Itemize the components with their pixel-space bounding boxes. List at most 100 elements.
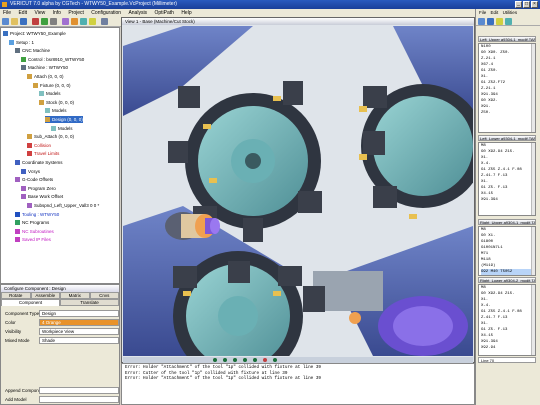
program-scrollbar[interactable]: [531, 285, 535, 355]
tree-node[interactable]: Setup : 1: [9, 39, 34, 46]
program-listing[interactable]: M8 G0 X1. G1800 G1001N7L1 M71 M118 (M119) G92 M…: [478, 226, 536, 276]
color-select[interactable]: 4 Orange: [39, 319, 119, 326]
play-icon[interactable]: [41, 18, 48, 25]
view-icon[interactable]: [62, 18, 69, 25]
menu-edit[interactable]: Edit: [18, 10, 27, 16]
find-icon[interactable]: [496, 18, 503, 25]
tree-node[interactable]: Design (0, 0, 0): [45, 116, 83, 123]
menu-optipath[interactable]: OptiPath: [154, 10, 173, 16]
tree-node[interactable]: Program Zero: [21, 185, 56, 192]
tree-node[interactable]: Saved IP Files: [15, 236, 51, 243]
tree-node[interactable]: Tooling : WTWY50: [15, 211, 59, 218]
program-window-title[interactable]: Left_Upper a9304-1_modif.TAP: [478, 36, 536, 42]
menu-view[interactable]: View: [34, 10, 45, 16]
right-menu-edit[interactable]: Edit: [491, 10, 499, 15]
close-button[interactable]: ×: [531, 1, 538, 8]
save-file-icon[interactable]: [487, 18, 494, 25]
setup-icon: [9, 39, 14, 45]
prop-color: Color 4 Orange: [3, 319, 119, 326]
visibility-select[interactable]: Workpiece View: [39, 328, 119, 335]
program-window-title[interactable]: Right_Upper a9304-1_modif.TAP: [478, 219, 536, 225]
program-window-title[interactable]: Left_Lower a9304-1_modif.TAP: [478, 135, 536, 141]
program-line: G92 M40 T5052: [481, 269, 535, 275]
program-scrollbar[interactable]: [531, 44, 535, 132]
tab-component[interactable]: Component: [1, 299, 60, 306]
tree-node[interactable]: Stock (0, 0, 0): [39, 99, 74, 106]
tree-node[interactable]: Project: WTWY50_Example: [3, 30, 66, 37]
program-listing[interactable]: N100 G0 X90. Z50. Z-21.1 X67.4 G1 Z50. X1. G1 …: [478, 43, 536, 133]
configure-panel-title: Configure Component : Design: [1, 285, 119, 292]
ncsub-icon: [15, 228, 20, 234]
tree-node[interactable]: Models: [45, 107, 67, 114]
tab-rotate[interactable]: Rotate: [1, 292, 31, 299]
tree-node[interactable]: Models: [39, 90, 61, 97]
menu-file[interactable]: File: [3, 10, 11, 16]
tree-node[interactable]: Subspnd_Left_Upper_Vall3 0 0 *: [27, 202, 99, 209]
minimize-button[interactable]: _: [515, 1, 522, 8]
fast-forward-icon[interactable]: [273, 358, 277, 362]
new-project-icon[interactable]: [2, 18, 9, 25]
tree-node[interactable]: NC Subroutines: [15, 228, 54, 235]
goto-line-icon[interactable]: [505, 18, 512, 25]
analysis-icon[interactable]: [71, 18, 78, 25]
tree-node[interactable]: Base Work Offset: [21, 193, 63, 200]
tree-node[interactable]: Fixture (0, 0, 0): [33, 82, 71, 89]
program-scrollbar[interactable]: [531, 143, 535, 215]
tree-node[interactable]: Sub_Attach (0, 0, 0): [27, 133, 74, 140]
open-project-icon[interactable]: [11, 18, 18, 25]
configure-component-panel: Configure Component : Design Rotate Asse…: [0, 284, 120, 405]
tree-node-label: Attach (0, 0, 0): [34, 74, 64, 79]
tab-translate[interactable]: Translate: [60, 299, 119, 306]
program-listing[interactable]: M8 G0 X92.94 Z15. X1. X-4. G1 Z55 Z-4.1 F.08…: [478, 284, 536, 356]
ncprog-icon: [15, 220, 20, 226]
tree-node[interactable]: Machine : WTWY50: [21, 64, 68, 71]
tab-cnvs[interactable]: Cnvs: [89, 292, 119, 299]
tree-node[interactable]: Control : bsr8910_WTWY50: [21, 56, 84, 63]
tree-node[interactable]: Travel Limits: [27, 150, 59, 157]
component-type-select[interactable]: Design: [39, 310, 119, 317]
tree-node[interactable]: Collision: [27, 142, 51, 149]
csys-icon: [21, 168, 26, 174]
append-component-select[interactable]: [39, 387, 119, 394]
menu-analysis[interactable]: Analysis: [128, 10, 147, 16]
stop-icon[interactable]: [50, 18, 57, 25]
menu-info[interactable]: Info: [53, 10, 61, 16]
step-back-icon[interactable]: [223, 358, 227, 362]
rewind-icon[interactable]: [213, 358, 217, 362]
open-file-icon[interactable]: [478, 18, 485, 25]
tree-node[interactable]: Vcsys: [21, 168, 40, 175]
maximize-button[interactable]: □: [523, 1, 530, 8]
right-menu-file[interactable]: File: [479, 10, 486, 15]
menu-project[interactable]: Project: [68, 10, 84, 16]
tree-node[interactable]: G-Code Offsets: [15, 176, 53, 183]
mixed-mode-select[interactable]: Shade: [39, 337, 119, 344]
tab-assemble[interactable]: Assemble: [30, 292, 60, 299]
tree-node-label: Machine : WTWY50: [28, 65, 69, 71]
offsets-icon: [27, 203, 32, 208]
machine-3d-view[interactable]: [123, 26, 473, 356]
right-menu-utilities[interactable]: Utilities: [503, 10, 518, 15]
menu-help[interactable]: Help: [181, 10, 191, 16]
tree-node[interactable]: Attach (0, 0, 0): [27, 73, 64, 80]
tree-node[interactable]: NC Programs: [15, 219, 49, 226]
add-model-label[interactable]: Add Model: [5, 396, 27, 403]
reset-icon[interactable]: [32, 18, 39, 25]
tree-node[interactable]: Coordinate Systems: [15, 159, 63, 166]
play-icon[interactable]: [233, 358, 237, 362]
step-icon[interactable]: [243, 358, 247, 362]
save-project-icon[interactable]: [20, 18, 27, 25]
measure-icon[interactable]: [89, 18, 96, 25]
program-listing[interactable]: M8 G0 X92.94 Z15. X1. X-4. G1 Z55 Z-4.1 F.08…: [478, 142, 536, 216]
program-window-title[interactable]: Right_Lower a9304-2_modif.TAP: [478, 277, 536, 283]
tab-matrix[interactable]: Matrix: [60, 292, 90, 299]
zoom-icon[interactable]: [80, 18, 87, 25]
record-icon[interactable]: [263, 358, 267, 362]
settings-icon[interactable]: [101, 18, 108, 25]
tree-node-label: Models: [46, 91, 61, 97]
stop-icon[interactable]: [253, 358, 257, 362]
tree-node[interactable]: CNC Machine: [15, 47, 50, 54]
add-model-select[interactable]: [39, 396, 119, 403]
tree-node[interactable]: Models: [51, 125, 73, 132]
program-scrollbar[interactable]: [531, 227, 535, 275]
menu-configuration[interactable]: Configuration: [91, 10, 121, 16]
